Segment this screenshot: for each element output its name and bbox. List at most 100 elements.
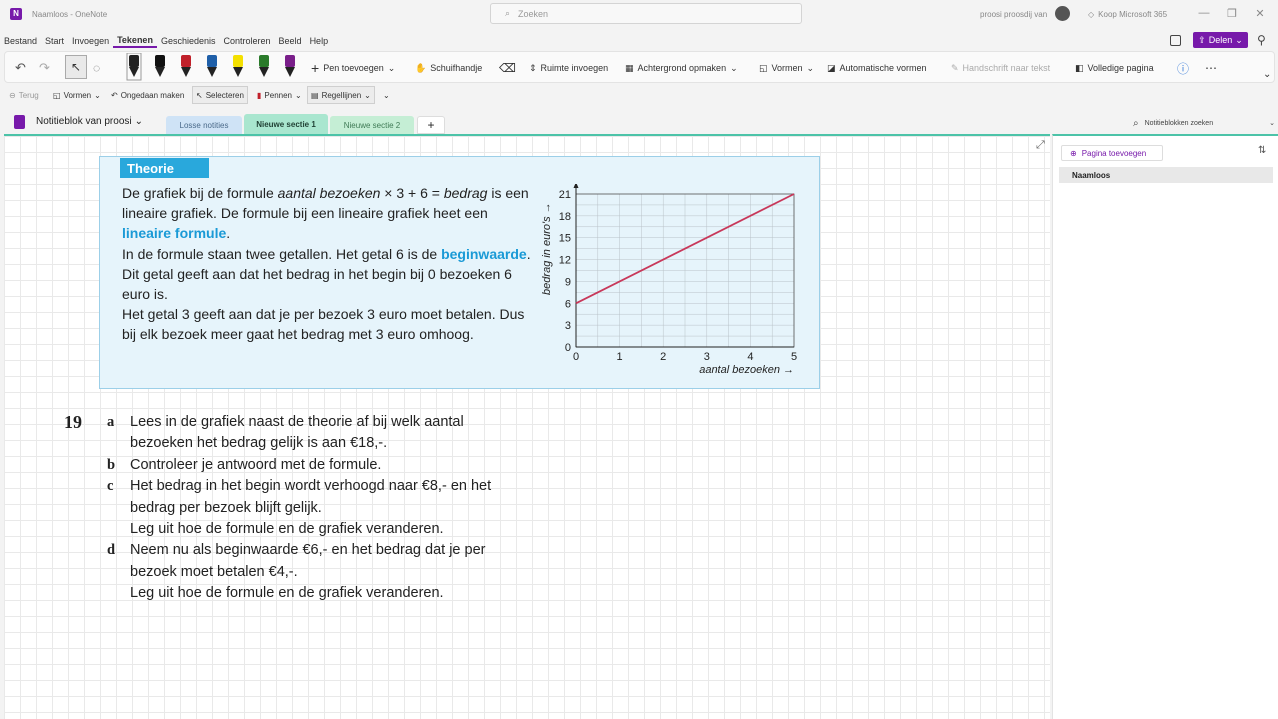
exercise-item-c: c Het bedrag in het begin wordt verhoogd … [64,476,544,540]
theory-text: De grafiek bij de formule aantal bezoeke… [122,183,532,345]
pen-2[interactable] [155,55,165,77]
pen-palette [126,53,295,81]
chevron-down-icon: ⌄ [94,90,101,100]
page-item[interactable]: Naamloos [1059,167,1273,183]
menu-geschiedenis[interactable]: Geschiedenis [157,36,220,46]
rule-lines-icon: ▤ [311,90,319,100]
close-button[interactable]: ✕ [1250,7,1270,20]
exercise-line: Controleer je antwoord met de formule. [130,456,382,473]
pen-5[interactable] [233,55,243,77]
shapes-icon: ◱ [759,62,768,73]
search-box[interactable]: ⌕ Zoeken [490,3,802,24]
pin-icon[interactable]: ⚲ [1257,33,1266,47]
toolbar-shapes-button[interactable]: ◱ Vormen ⌄ [50,86,104,104]
section-tab-nieuwe-sectie-2[interactable]: Nieuwe sectie 2 [330,116,414,134]
expand-icon[interactable]: ⤢ [1036,139,1045,152]
pen-3[interactable] [181,55,191,77]
pen-4[interactable] [207,55,217,77]
onenote-window: N Naamloos - OneNote ⌕ Zoeken proosi pro… [0,0,1278,719]
exercise-item-a: a Lees in de grafiek naast de theorie af … [64,412,544,455]
menu-beeld[interactable]: Beeld [275,36,306,46]
customize-toolbar-icon[interactable]: ⌄ [380,86,393,104]
chevron-down-icon: ⌄ [364,90,371,100]
lasso-icon[interactable]: ◌ [93,58,100,78]
pen-7[interactable] [285,55,295,77]
toolbar-undo-button[interactable]: ↶ Ongedaan maken [108,86,187,104]
y-axis-arrow [573,184,579,188]
notebook-search[interactable]: ⌕ Notitieblokken zoeken ⌄ [1133,115,1275,131]
x-tick-label: 2 [660,351,666,363]
add-page-button[interactable]: ⊕ Pagina toevoegen [1061,145,1163,161]
undo-icon[interactable]: ↶ [15,58,26,78]
menu-help[interactable]: Help [306,36,333,46]
ink-to-text-button[interactable]: ✎ Handschrift naar tekst [951,58,1050,78]
immersive-reader-icon[interactable] [1170,35,1181,46]
exercise-items: a Lees in de grafiek naast de theorie af … [64,412,544,605]
x-tick-label: 5 [791,351,797,363]
x-axis-label: aantal bezoeken → [699,364,794,376]
hand-tool-button[interactable]: ✋ Schuifhandje [415,58,482,78]
insert-space-icon: ⇕ [529,62,537,73]
maximize-button[interactable]: ❐ [1222,7,1242,20]
theory-text-run: De grafiek bij de formule [122,185,278,201]
theory-heading: Theorie [120,158,209,178]
pens-icon: ▮ [257,90,262,100]
section-tab-nieuwe-sectie-1[interactable]: Nieuwe sectie 1 [244,114,328,134]
avatar[interactable] [1055,6,1070,21]
search-icon: ⌕ [505,8,511,18]
menu-tekenen[interactable]: Tekenen [113,35,157,48]
toolbar-pens-button[interactable]: ▮ Pennen ⌄ [254,86,305,104]
toolbar-lines-label: Regellijnen [321,90,362,100]
chart-grid [575,193,795,348]
insert-space-button[interactable]: ⇕ Ruimte invoegen [529,58,608,78]
onenote-logo-icon: N [10,8,22,20]
title-bar: N Naamloos - OneNote ⌕ Zoeken proosi pro… [0,0,1278,30]
collapse-ribbon-icon[interactable]: ⌄ [1263,64,1271,84]
add-pen-button[interactable]: + Pen toevoegen ⌄ [311,58,395,78]
sort-icon[interactable]: ⇅ [1258,145,1266,156]
menu-bestand[interactable]: Bestand [0,36,41,46]
format-background-button[interactable]: ▦ Achtergrond opmaken ⌄ [625,58,738,78]
help-icon[interactable]: ⓘ [1177,58,1189,78]
exercise-line: bedrag per bezoek blijft gelijk. [130,499,322,516]
section-tab-losse-notities[interactable]: Losse notities [166,116,242,134]
pen-6[interactable] [259,55,269,77]
menu-start[interactable]: Start [41,36,68,46]
notebook-selector[interactable]: Notitieblok van proosi ⌄ [36,116,143,127]
back-icon: ⊖ [9,90,16,100]
exercise-line: bezoeken het bedrag gelijk is aan €18,-. [130,435,388,452]
y-tick-label: 12 [559,255,571,267]
window-title: Naamloos - OneNote [32,10,108,19]
minimize-button[interactable]: — [1194,7,1214,19]
exercise-19: 19 a Lees in de grafiek naast de theorie … [64,412,544,605]
theory-paragraph: Het getal 3 geeft aan dat je per bezoek … [122,306,525,343]
exercise-line: bezoek moet betalen €4,-. [130,563,298,580]
theory-text-run: In de formule staan twee getallen. Het g… [122,245,442,262]
more-options-icon[interactable]: ⋯ [1205,58,1217,78]
menu-invoegen[interactable]: Invoegen [68,36,113,46]
ribbon-draw: ↶ ↷ ↖ ◌ + Pen toevoegen ⌄ ✋ Schuifhandje… [4,51,1275,83]
theory-italic-run: aantal bezoeken [277,185,381,201]
add-section-button[interactable]: + [417,116,445,134]
shapes-icon: ◱ [53,90,61,100]
shapes-button[interactable]: ◱ Vormen ⌄ [759,58,814,78]
back-label: Terug [18,90,39,100]
theory-text-run: . [226,225,231,242]
pen-1[interactable] [126,53,142,81]
eraser-icon[interactable]: ⌫ [499,58,516,78]
add-page-label: Pagina toevoegen [1081,148,1147,158]
redo-icon[interactable]: ↷ [39,58,50,78]
y-tick-label: 21 [559,189,571,201]
undo-icon: ↶ [111,90,118,100]
select-tool-icon[interactable]: ↖ [65,55,87,79]
auto-shapes-button[interactable]: ◪ Automatische vormen [827,58,927,78]
toolbar-select-button[interactable]: ↖ Selecteren [192,86,248,104]
toolbar-lines-button[interactable]: ▤ Regellijnen ⌄ [307,86,375,104]
share-button[interactable]: ⇪ Delen ⌄ [1193,32,1248,48]
buy-m365-link[interactable]: ◇ Koop Microsoft 365 [1088,10,1167,19]
y-tick-label: 3 [565,320,571,332]
full-page-button[interactable]: ◧ Volledige pagina [1075,58,1154,78]
back-button[interactable]: ⊖ Terug [6,86,42,104]
theory-highlight-term: lineaire formule [122,225,227,242]
menu-controleren[interactable]: Controleren [220,36,275,46]
